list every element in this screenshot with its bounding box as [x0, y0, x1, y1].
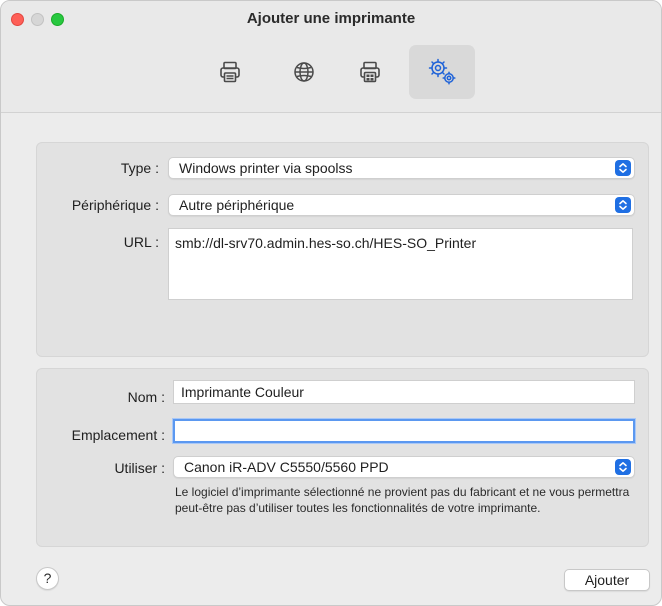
tab-windows[interactable]: [337, 45, 403, 99]
type-label: Type :: [120, 160, 159, 176]
tab-ip[interactable]: [271, 45, 337, 99]
use-label: Utiliser :: [114, 460, 165, 476]
chevron-updown-icon: [615, 197, 631, 213]
location-label: Emplacement :: [71, 427, 165, 443]
url-label: URL :: [123, 234, 159, 250]
name-field[interactable]: Imprimante Couleur: [173, 380, 635, 404]
tab-default[interactable]: [197, 45, 263, 99]
tab-advanced[interactable]: [409, 45, 475, 99]
add-button[interactable]: Ajouter: [564, 569, 650, 591]
window-title: Ajouter une imprimante: [246, 10, 416, 27]
windows-printer-icon: [360, 61, 380, 83]
device-label: Périphérique :: [71, 197, 159, 213]
name-label: Nom :: [127, 389, 165, 405]
advanced-gears-icon: [428, 58, 456, 85]
driver-select-value: Canon iR-ADV C5550/5560 PPD: [184, 459, 389, 475]
device-select-value: Autre périphérique: [179, 197, 295, 213]
printer-icon: [220, 61, 240, 83]
driver-select[interactable]: Canon iR-ADV C5550/5560 PPD: [173, 456, 635, 478]
type-select-value: Windows printer via spoolss: [179, 160, 353, 176]
chevron-updown-icon: [615, 160, 631, 176]
title-bar: Ajouter une imprimante: [1, 1, 661, 113]
device-select[interactable]: Autre périphérique: [168, 194, 635, 216]
chevron-updown-icon: [615, 459, 631, 475]
location-field[interactable]: [173, 419, 635, 443]
globe-icon: [294, 62, 314, 82]
driver-warning-note: Le logiciel d’imprimante sélectionné ne …: [175, 485, 630, 515]
url-field[interactable]: smb://dl-srv70.admin.hes-so.ch/HES-SO_Pr…: [168, 228, 633, 300]
help-button[interactable]: ?: [36, 567, 59, 590]
type-select[interactable]: Windows printer via spoolss: [168, 157, 635, 179]
add-printer-window: Ajouter une imprimante Type: Windows pr…: [0, 0, 662, 606]
